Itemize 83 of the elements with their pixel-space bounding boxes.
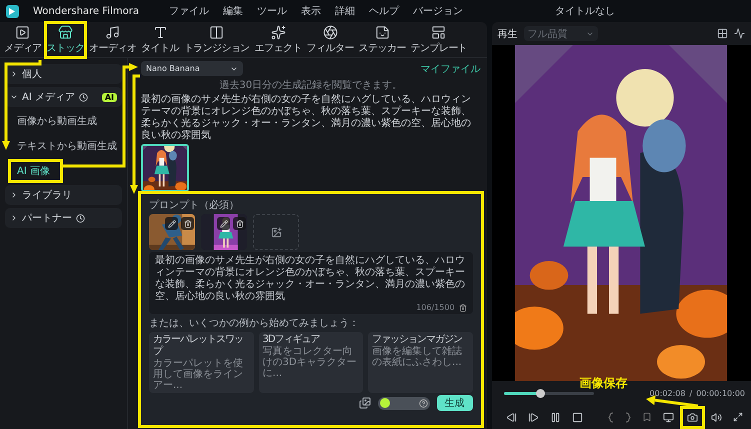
- timeline-scrubber[interactable]: [504, 392, 594, 394]
- add-image-icon: [270, 226, 282, 238]
- app-name: Wondershare Filmora: [33, 6, 139, 16]
- generate-button[interactable]: 生成: [436, 395, 473, 411]
- example-card[interactable]: カラーパレットスワップ カラーパレットを使用して画像をラインアー...: [149, 332, 254, 393]
- trash-icon[interactable]: [458, 304, 467, 312]
- ai-badge: AI: [102, 92, 117, 102]
- letter-icon: [152, 24, 168, 40]
- time-separator: /: [689, 388, 692, 398]
- prompt-text: 最初の画像のサメ先生が右側の女の子を自然にハグしている、ハロウィンテーマの背景にオレンジ色のかぼちゃ、秋の落ち葉、スプーキーな装飾、柔らかく光るジャック・オー・ランタン、満月の濃い紫色の空、居心地の良い秋の雰囲気: [141, 94, 472, 142]
- sidebar-item[interactable]: テキストから動画生成: [5, 135, 122, 157]
- toolbar-tab[interactable]: ストック: [46, 22, 86, 56]
- character-counter: 106/1500: [416, 303, 455, 312]
- example-title: 3Dフィギュア: [262, 334, 321, 346]
- toolbar-tab[interactable]: フィルター: [306, 22, 355, 56]
- chevron-right-icon: [10, 191, 18, 199]
- sparkle-icon: [270, 24, 286, 40]
- camera-icon: [686, 412, 698, 422]
- toolbar-tab[interactable]: トランジション: [182, 22, 251, 56]
- example-title: ファッションマガジン: [372, 334, 464, 346]
- window-title: タイトルなし: [555, 5, 615, 18]
- toolbar-tab[interactable]: テンプレート: [410, 22, 468, 56]
- delete-button[interactable]: [233, 217, 246, 230]
- annotation-arrow: [646, 395, 698, 408]
- my-files-link[interactable]: マイファイル: [420, 62, 481, 76]
- credit-toggle[interactable]: [378, 396, 430, 410]
- example-title: カラーパレットスワップ: [153, 334, 244, 358]
- waveform-icon[interactable]: [734, 28, 745, 39]
- toolbar-tab[interactable]: メディア: [3, 22, 43, 56]
- prompt-field[interactable]: 最初の画像のサメ先生が右側の女の子を自然にハグしている、ハロウィンテーマの背景にオレンジ色のかぼちゃ、秋の落ち葉、スプーキーな装飾、柔らかく光るジャック・オー・ランタン、満月の濃い紫色の空、居心地の良い秋の雰囲気 106/1500: [149, 252, 473, 314]
- help-icon: [418, 398, 428, 408]
- chevron-right-icon: [10, 214, 18, 222]
- toolbar-tab[interactable]: タイトル: [140, 22, 180, 56]
- aperture-icon: [322, 24, 338, 40]
- edit-button[interactable]: [217, 217, 230, 230]
- history-note: 過去30日分の生成記録を閲覧できます。: [218, 78, 404, 92]
- sidebar-item[interactable]: 画像から動画生成: [5, 110, 122, 132]
- menu-item[interactable]: 表示: [300, 4, 321, 18]
- edit-button[interactable]: [165, 217, 178, 230]
- sidebar-section[interactable]: 個人: [5, 64, 122, 84]
- example-description: 写真をコレクター向けの3Dキャラクターに...: [262, 346, 358, 379]
- sidebar-item[interactable]: AI 画像: [9, 160, 62, 182]
- sidebar-section[interactable]: ライブラリ: [5, 185, 122, 205]
- mark-in-button[interactable]: [606, 410, 616, 424]
- menu-item[interactable]: 編集: [222, 4, 243, 18]
- current-time: 00:02:08: [650, 388, 686, 398]
- example-description: カラーパレットを使用して画像をラインアー...: [153, 358, 244, 391]
- sticker-icon: [374, 24, 390, 40]
- toolbar-tab[interactable]: エフェクト: [254, 22, 303, 56]
- chevron-down-icon: [10, 93, 18, 101]
- model-dropdown[interactable]: Nano Banana: [141, 61, 243, 76]
- example-card[interactable]: 3Dフィギュア 写真をコレクター向けの3Dキャラクターに...: [258, 332, 364, 393]
- music-note-icon: [105, 24, 120, 40]
- examples-hint: または、いくつかの例から始めてみましょう：: [149, 317, 360, 330]
- sidebar-section[interactable]: AI メディア AI: [5, 87, 122, 107]
- image-settings-icon[interactable]: [358, 397, 371, 409]
- menu-item[interactable]: ファイル: [168, 4, 209, 18]
- example-description: 画像を編集して雑誌の表紙にふさわし...: [372, 346, 464, 368]
- total-time: 00:00:10:00: [696, 388, 745, 398]
- layout-icon: [431, 24, 446, 40]
- panel-title: プロンプト（必須）: [149, 198, 240, 212]
- result-thumbnail[interactable]: [141, 144, 189, 192]
- annotation-label: 画像保存: [580, 375, 628, 392]
- menu-item[interactable]: バージョン: [412, 4, 463, 18]
- playback-tab[interactable]: 再生: [498, 26, 518, 40]
- menu-item[interactable]: ツール: [256, 4, 287, 18]
- toolbar-tab[interactable]: ステッカー: [358, 22, 407, 56]
- delete-button[interactable]: [181, 217, 194, 230]
- add-image-button[interactable]: [253, 214, 299, 250]
- toolbar-tab[interactable]: オーディオ: [88, 22, 138, 56]
- store-icon: [58, 24, 73, 40]
- chevron-right-icon: [10, 70, 18, 78]
- sidebar-section[interactable]: パートナー: [5, 208, 122, 228]
- clock-icon: [76, 214, 85, 222]
- menu-item[interactable]: 詳細: [334, 4, 355, 18]
- example-card[interactable]: ファッションマガジン 画像を編集して雑誌の表紙にふさわし...: [368, 332, 473, 393]
- menu-item[interactable]: ヘルプ: [368, 4, 399, 18]
- credit-icon: [380, 398, 390, 408]
- logo-icon: [6, 4, 19, 18]
- columns-icon: [209, 24, 224, 40]
- grid-icon[interactable]: [717, 28, 728, 39]
- clock-icon: [78, 92, 88, 102]
- play-icon: [15, 24, 30, 40]
